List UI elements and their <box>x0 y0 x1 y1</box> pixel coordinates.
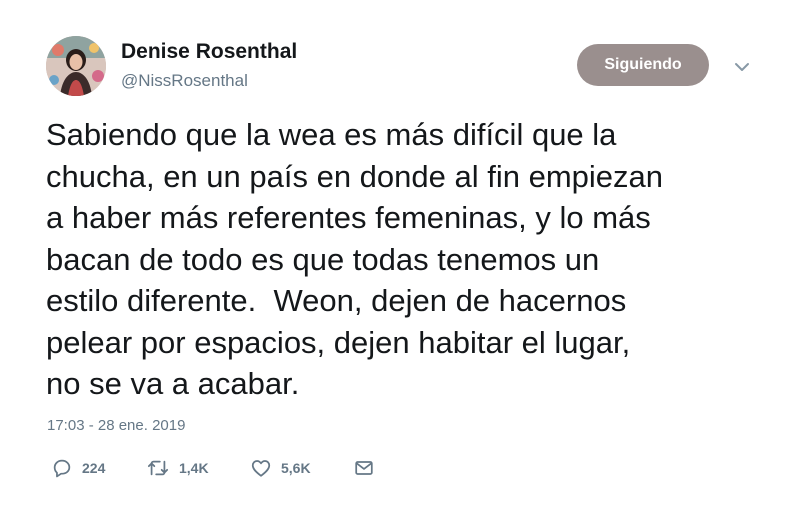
retweet-icon <box>147 460 169 476</box>
following-button[interactable]: Siguiendo <box>577 44 709 86</box>
envelope-icon <box>355 461 373 475</box>
retweet-count: 1,4K <box>179 460 209 476</box>
reply-count: 224 <box>82 460 106 476</box>
chevron-down-icon <box>735 63 749 71</box>
heart-icon <box>251 460 271 477</box>
profile-photo-icon <box>46 36 106 96</box>
retweet-button[interactable]: 1,4K <box>146 455 209 481</box>
like-button[interactable]: 5,6K <box>250 455 311 481</box>
reply-icon <box>53 459 71 478</box>
reply-button[interactable]: 224 <box>51 455 105 481</box>
like-count: 5,6K <box>281 460 311 476</box>
tweet-card: Denise Rosenthal @NissRosenthal Siguiend… <box>0 0 800 514</box>
author-name[interactable]: Denise Rosenthal <box>121 40 297 64</box>
direct-message-button[interactable] <box>353 455 375 481</box>
tweet-menu-button[interactable] <box>728 56 756 78</box>
tweet-timestamp[interactable]: 17:03 - 28 ene. 2019 <box>47 417 185 434</box>
author-handle[interactable]: @NissRosenthal <box>121 71 248 91</box>
tweet-text: Sabiendo que la wea es más difícil que l… <box>46 117 664 401</box>
avatar[interactable] <box>46 36 106 96</box>
